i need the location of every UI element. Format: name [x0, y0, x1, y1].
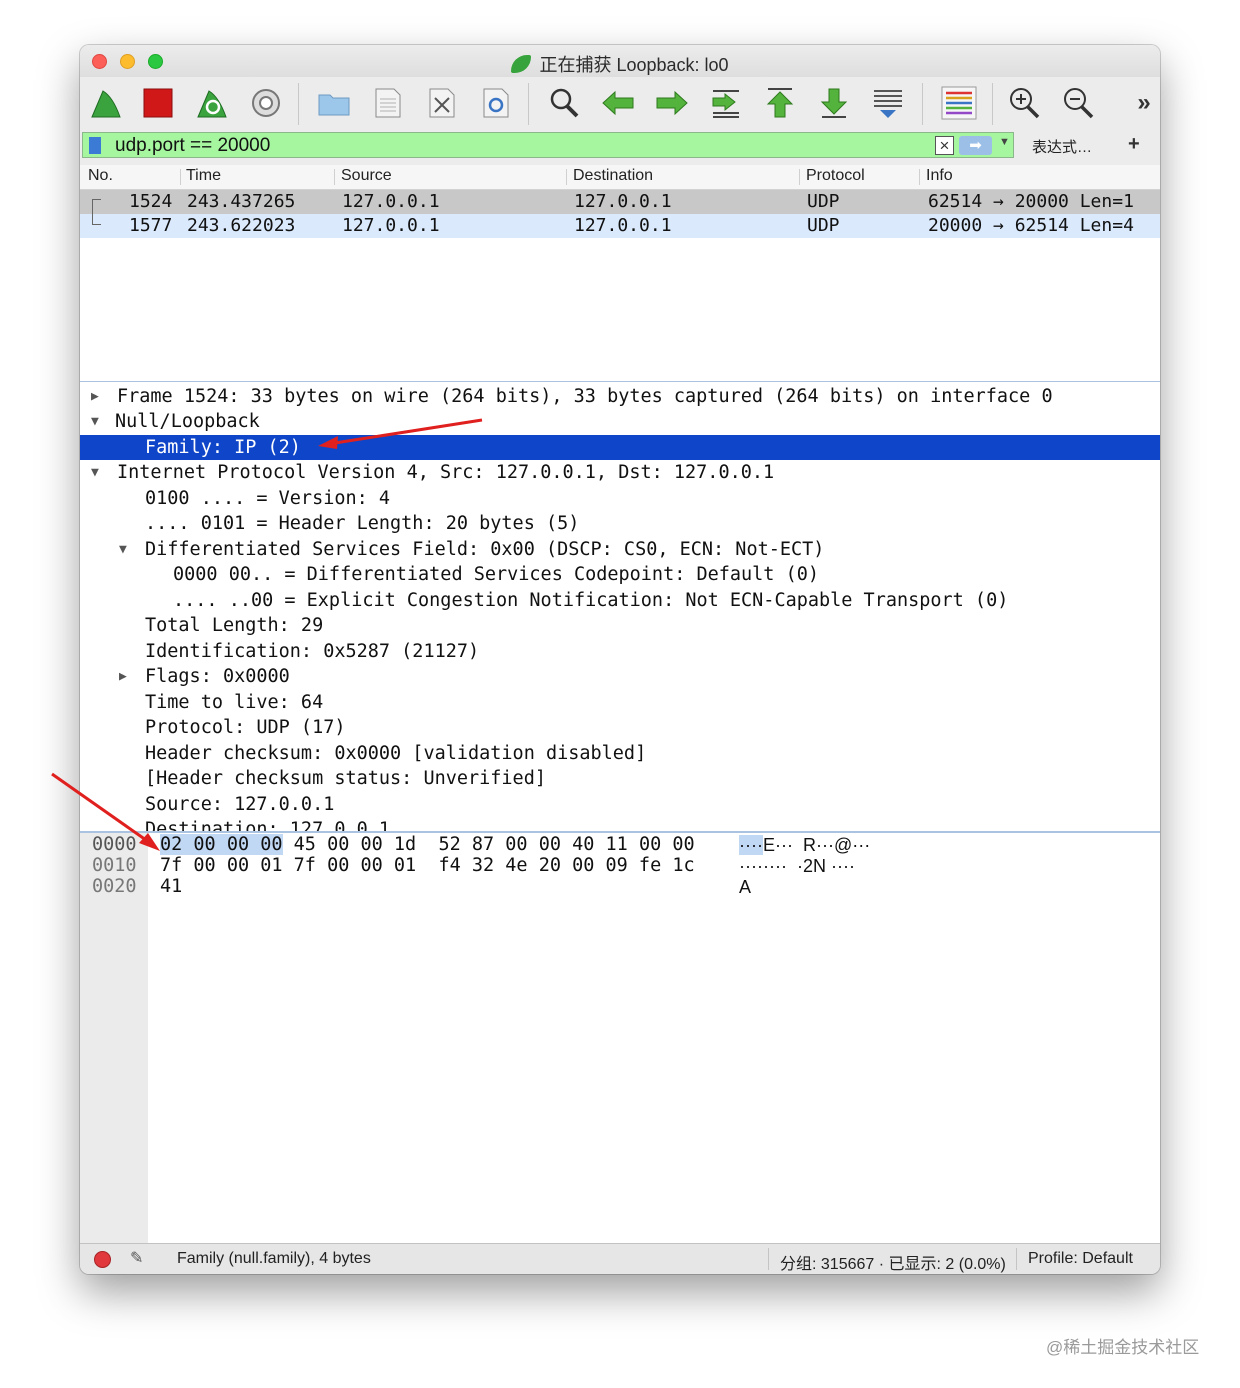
annotation-arrow-to-family [318, 418, 483, 449]
watermark-text: @稀土掘金技术社区 [1046, 1338, 1200, 1357]
annotation-arrows [51, 418, 483, 851]
annotation-arrow-to-bytes [51, 772, 160, 851]
